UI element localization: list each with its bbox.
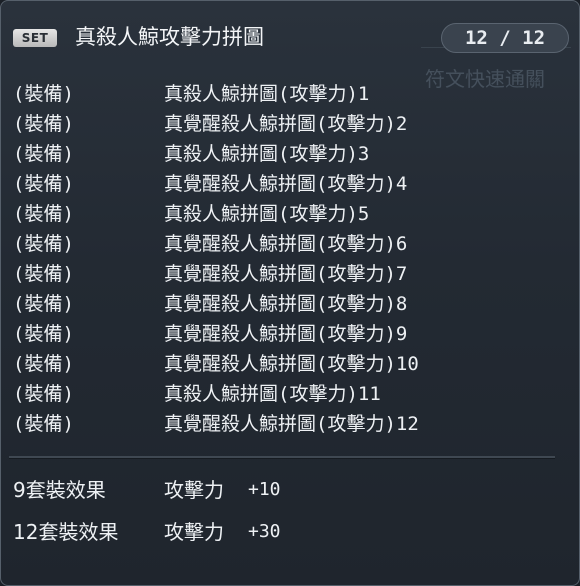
set-tooltip-panel: SET 真殺人鯨攻擊力拼圖 12 / 12 符文快速通關 (裝備) 真殺人鯨拼圖(…: [0, 0, 580, 586]
item-name: 真覺醒殺人鯨拼圖(攻擊力)9: [164, 323, 408, 345]
set-item-row: (裝備) 真覺醒殺人鯨拼圖(攻擊力)6: [1, 229, 580, 259]
item-name: 真覺醒殺人鯨拼圖(攻擊力)6: [164, 233, 408, 255]
set-bonus-row: 9套裝效果 攻擊力 +10: [1, 475, 580, 505]
set-bonus-label: 12套裝效果: [13, 520, 119, 544]
item-tag: (裝備): [13, 293, 74, 315]
set-item-row: (裝備) 真殺人鯨拼圖(攻擊力)3: [1, 139, 580, 169]
set-item-list: (裝備) 真殺人鯨拼圖(攻擊力)1 (裝備) 真覺醒殺人鯨拼圖(攻擊力)2 (裝備)…: [1, 79, 580, 439]
item-tag: (裝備): [13, 83, 74, 105]
set-bonus-value: +30: [248, 521, 281, 542]
item-tag: (裝備): [13, 383, 74, 405]
set-bonus-stat: 攻擊力: [164, 478, 224, 502]
set-bonus-row: 12套裝效果 攻擊力 +30: [1, 517, 580, 547]
set-count: 12 / 12: [441, 23, 569, 53]
item-tag: (裝備): [13, 353, 74, 375]
item-name: 真覺醒殺人鯨拼圖(攻擊力)7: [164, 263, 408, 285]
item-name: 真覺醒殺人鯨拼圖(攻擊力)12: [164, 413, 419, 435]
item-name: 真覺醒殺人鯨拼圖(攻擊力)4: [164, 173, 408, 195]
set-badge: SET: [13, 29, 57, 47]
item-name: 真殺人鯨拼圖(攻擊力)5: [164, 203, 370, 225]
item-tag: (裝備): [13, 173, 74, 195]
set-bonus-label: 9套裝效果: [13, 478, 106, 502]
item-tag: (裝備): [13, 143, 74, 165]
item-name: 真覺醒殺人鯨拼圖(攻擊力)2: [164, 113, 408, 135]
item-tag: (裝備): [13, 203, 74, 225]
item-tag: (裝備): [13, 233, 74, 255]
set-item-row: (裝備) 真覺醒殺人鯨拼圖(攻擊力)2: [1, 109, 580, 139]
tooltip-header: SET 真殺人鯨攻擊力拼圖 12 / 12 符文快速通關: [1, 1, 580, 91]
set-title: 真殺人鯨攻擊力拼圖: [75, 25, 264, 49]
set-item-row: (裝備) 真殺人鯨拼圖(攻擊力)11: [1, 379, 580, 409]
set-item-row: (裝備) 真覺醒殺人鯨拼圖(攻擊力)10: [1, 349, 580, 379]
item-tag: (裝備): [13, 323, 74, 345]
set-item-row: (裝備) 真覺醒殺人鯨拼圖(攻擊力)9: [1, 319, 580, 349]
item-name: 真殺人鯨拼圖(攻擊力)3: [164, 143, 370, 165]
item-tag: (裝備): [13, 113, 74, 135]
section-divider: [9, 456, 555, 459]
item-tag: (裝備): [13, 413, 74, 435]
item-tag: (裝備): [13, 263, 74, 285]
item-name: 真覺醒殺人鯨拼圖(攻擊力)10: [164, 353, 419, 375]
set-item-row: (裝備) 真覺醒殺人鯨拼圖(攻擊力)4: [1, 169, 580, 199]
set-bonus-stat: 攻擊力: [164, 520, 224, 544]
set-item-row: (裝備) 真覺醒殺人鯨拼圖(攻擊力)7: [1, 259, 580, 289]
set-bonus-value: +10: [248, 479, 281, 500]
item-name: 真殺人鯨拼圖(攻擊力)1: [164, 83, 370, 105]
set-item-row: (裝備) 真覺醒殺人鯨拼圖(攻擊力)8: [1, 289, 580, 319]
item-name: 真殺人鯨拼圖(攻擊力)11: [164, 383, 381, 405]
item-name: 真覺醒殺人鯨拼圖(攻擊力)8: [164, 293, 408, 315]
set-item-row: (裝備) 真殺人鯨拼圖(攻擊力)1: [1, 79, 580, 109]
set-item-row: (裝備) 真殺人鯨拼圖(攻擊力)5: [1, 199, 580, 229]
set-item-row: (裝備) 真覺醒殺人鯨拼圖(攻擊力)12: [1, 409, 580, 439]
